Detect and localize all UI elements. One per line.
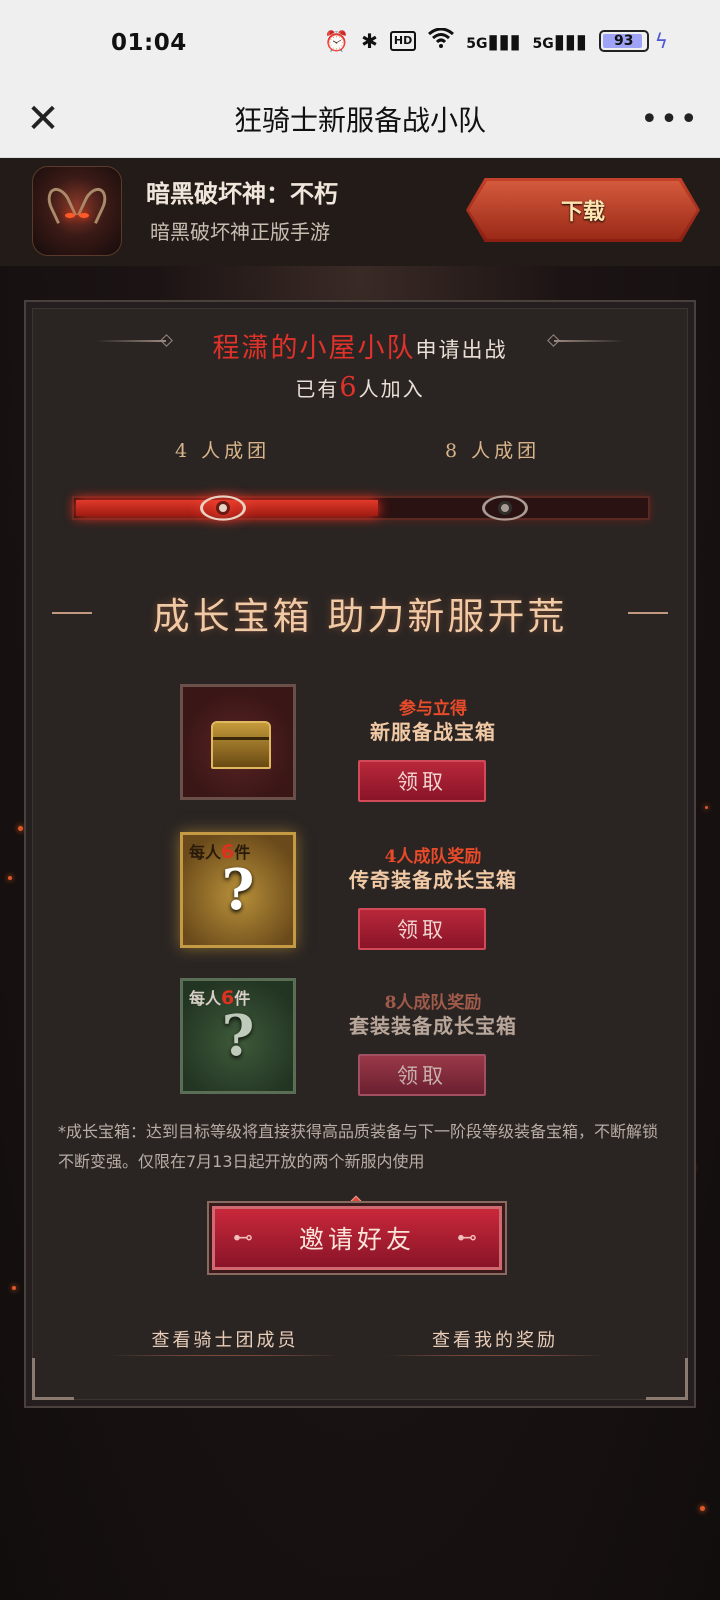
section-title: 成长宝箱 助力新服开荒 (152, 595, 568, 638)
growth-chest-note: *成长宝箱：达到目标等级将直接获得高品质装备与下一阶段等级装备宝箱，不断解锁不断… (58, 1122, 659, 1171)
joined-line: 已有6人加入 (0, 372, 720, 403)
team-line: 程潇的小屋小队申请出战 (0, 326, 720, 365)
joined-count: 6 (339, 372, 359, 403)
joined-prefix: 已有 (295, 377, 340, 401)
app-name: 暗黑破坏神：不朽 (146, 180, 338, 208)
wifi-icon (428, 27, 455, 53)
claim-button[interactable]: 领取 (358, 1054, 486, 1096)
title-bar: ✕ 狂骑士新服备战小队 ••• (0, 80, 720, 158)
more-icon: ••• (640, 101, 700, 137)
progress-node-eye-icon (482, 490, 528, 526)
reward-item: 每人6件 ? 8人成队奖励 套装装备成长宝箱 领取 (180, 978, 540, 1110)
progress-node-eye-icon (200, 490, 246, 526)
reward-item: 每人6件 ? 4人成队奖励 传奇装备成长宝箱 领取 (180, 832, 540, 964)
signal-5g-icon: 5G▮▮▮ (532, 28, 587, 53)
reward-name: 传奇装备成长宝箱 (349, 868, 517, 892)
bluetooth-icon: ✱ (361, 28, 378, 53)
joined-suffix: 人加入 (358, 377, 425, 401)
more-button[interactable]: ••• (640, 94, 700, 144)
charging-icon: ϟ (654, 28, 668, 53)
team-action: 申请出战 (415, 338, 508, 362)
set-mystery-chest-icon: 每人6件 ? (180, 978, 296, 1094)
reward-name: 新服备战宝箱 (370, 720, 496, 744)
claim-button[interactable]: 领取 (358, 908, 486, 950)
invite-friends-button[interactable]: 邀请好友 (212, 1206, 502, 1270)
claim-button[interactable]: 领取 (358, 760, 486, 802)
tier-label-8: 8 人成团 (445, 440, 541, 462)
question-mark-icon: ? (221, 1003, 255, 1069)
alarm-icon: ⏰ (324, 28, 350, 53)
battery-icon: 93 (598, 29, 649, 52)
invite-label: 邀请好友 (298, 1225, 415, 1254)
status-bar: 01:04 ⏰ ✱ HD 5G▮▮▮ 5G▮▮▮ 93 ϟ (0, 0, 720, 80)
download-button[interactable]: 下载 (464, 176, 702, 244)
app-banner[interactable]: 暗黑破坏神：不朽 暗黑破坏神正版手游 下载 (0, 158, 720, 266)
reward-name: 套装装备成长宝箱 (349, 1014, 517, 1038)
question-mark-icon: ? (221, 857, 255, 923)
app-icon (32, 166, 122, 256)
status-icons: ⏰ ✱ HD 5G▮▮▮ 5G▮▮▮ 93 ϟ (324, 27, 668, 53)
view-my-rewards-link[interactable]: 查看我的奖励 (386, 1322, 604, 1356)
signal-5g-label: 5G (532, 35, 554, 52)
team-progress-bar (72, 496, 650, 520)
legendary-mystery-chest-icon: 每人6件 ? (180, 832, 296, 948)
treasure-chest-icon (180, 684, 296, 800)
team-name: 程潇的小屋小队 (212, 333, 416, 364)
page-title: 狂骑士新服备战小队 (233, 104, 486, 137)
tier-label-4: 4 人成团 (175, 440, 271, 462)
hd-icon: HD (389, 30, 417, 51)
signal-5g-label: 5G (466, 35, 488, 52)
app-subtitle: 暗黑破坏神正版手游 (150, 220, 330, 244)
battery-level: 93 (614, 32, 634, 49)
download-label: 下载 (560, 199, 605, 225)
status-time: 01:04 (111, 30, 187, 56)
reward-item: 参与立得 新服备战宝箱 领取 (180, 684, 540, 816)
signal-5g-icon: 5G▮▮▮ (466, 28, 521, 53)
view-members-link[interactable]: 查看骑士团成员 (112, 1322, 338, 1356)
